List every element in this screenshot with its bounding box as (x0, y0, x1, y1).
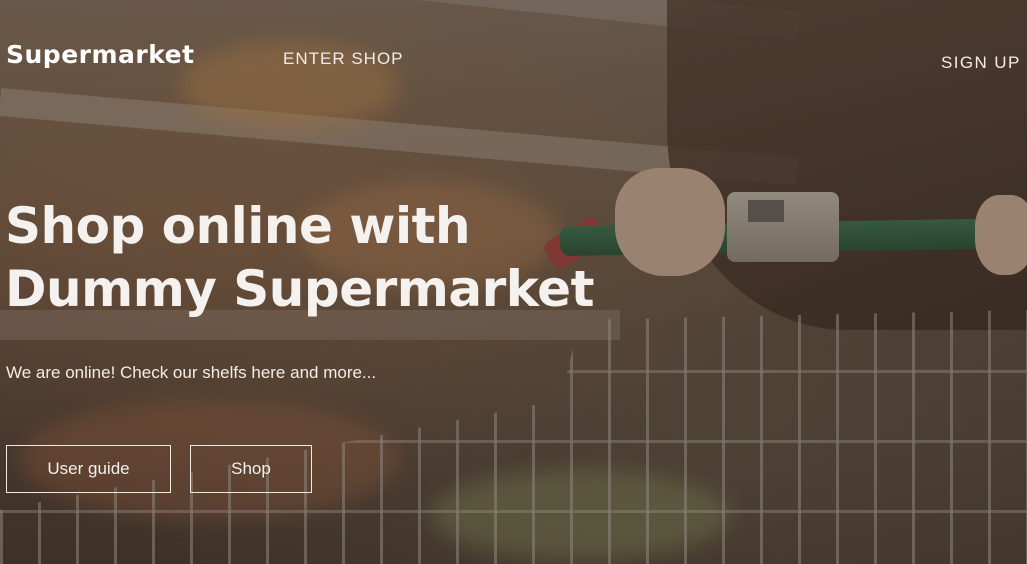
hero-headline: Shop online with Dummy Supermarket (5, 195, 645, 321)
user-guide-button[interactable]: User guide (6, 445, 171, 493)
hero-tagline: We are online! Check our shelfs here and… (6, 363, 377, 382)
hero-section: Supermarket ENTER SHOP SIGN UP Shop onli… (0, 0, 1027, 564)
headline-line-1: Shop online with (5, 197, 471, 255)
sign-up-link[interactable]: SIGN UP (941, 53, 1021, 73)
headline-line-2: Dummy Supermarket (5, 260, 595, 318)
top-navigation: Supermarket ENTER SHOP SIGN UP (0, 0, 1027, 110)
brand-logo[interactable]: Supermarket (6, 40, 195, 69)
enter-shop-link[interactable]: ENTER SHOP (283, 49, 404, 69)
shop-button[interactable]: Shop (190, 445, 312, 493)
